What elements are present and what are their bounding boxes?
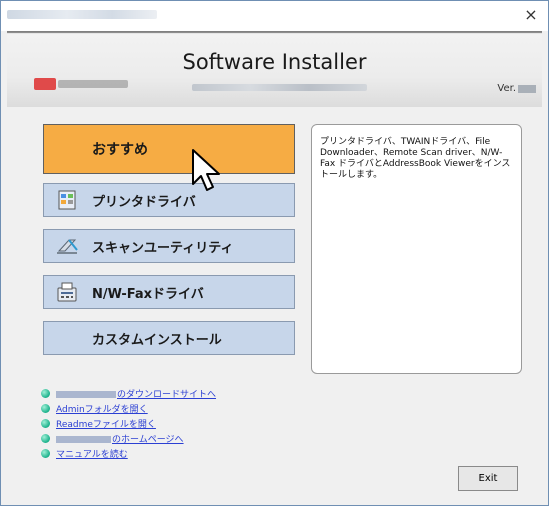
link-admin-folder-text[interactable]: Adminフォルダを開く [56,402,148,415]
link-download-site-text[interactable]: のダウンロードサイトへ [56,387,216,400]
header-subtitle-blurred [192,84,367,91]
installer-window: × Software Installer Ver. おすすめ プリンタドライバ [0,0,549,506]
bullet-icon [41,434,50,443]
nw-fax-driver-label: N/W-Faxドライバ [92,286,204,302]
window-title-blurred [7,10,157,19]
company-name-blurred [56,391,116,398]
scanner-icon [54,234,80,258]
link-readme-file-text[interactable]: Readmeファイルを開く [56,417,156,430]
printer-driver-button[interactable]: プリンタドライバ [43,183,295,217]
custom-install-label: カスタムインストール [92,332,222,348]
version-number-blurred [518,85,536,93]
printer-driver-label: プリンタドライバ [92,194,196,210]
brand-logo [34,78,154,90]
title-bar: × [1,1,548,31]
recommended-label: おすすめ [92,142,148,158]
bullet-icon [41,419,50,428]
printer-icon [54,188,80,212]
scan-utility-button[interactable]: スキャンユーティリティ [43,229,295,263]
recommended-button[interactable]: おすすめ [43,124,295,174]
link-homepage[interactable]: のホームページへ [41,431,216,446]
description-panel: プリンタドライバ、TWAINドライバ、File Downloader、Remot… [311,124,522,374]
bullet-icon [41,449,50,458]
mouse-cursor-icon [192,149,220,191]
link-readme-file[interactable]: Readmeファイルを開く [41,416,216,431]
custom-install-button[interactable]: カスタムインストール [43,321,295,355]
link-admin-folder[interactable]: Adminフォルダを開く [41,401,216,416]
bullet-icon [41,389,50,398]
nw-fax-driver-button[interactable]: N/W-Faxドライバ [43,275,295,309]
exit-button[interactable]: Exit [458,466,518,491]
link-download-site[interactable]: のダウンロードサイトへ [41,386,216,401]
scan-utility-label: スキャンユーティリティ [92,240,234,256]
bullet-icon [41,404,50,413]
version-label: Ver. [497,83,516,94]
app-title: Software Installer [182,50,367,74]
close-icon[interactable]: × [522,6,540,24]
links-list: のダウンロードサイトへ Adminフォルダを開く Readmeファイルを開く の… [41,386,216,461]
link-homepage-text[interactable]: のホームページへ [56,432,184,445]
link-manual[interactable]: マニュアルを読む [41,446,216,461]
description-text: プリンタドライバ、TWAINドライバ、File Downloader、Remot… [320,137,511,180]
link-manual-text[interactable]: マニュアルを読む [56,447,128,460]
fax-icon [54,280,80,304]
company-name-blurred [56,436,111,443]
header-banner: Software Installer Ver. [7,31,542,107]
